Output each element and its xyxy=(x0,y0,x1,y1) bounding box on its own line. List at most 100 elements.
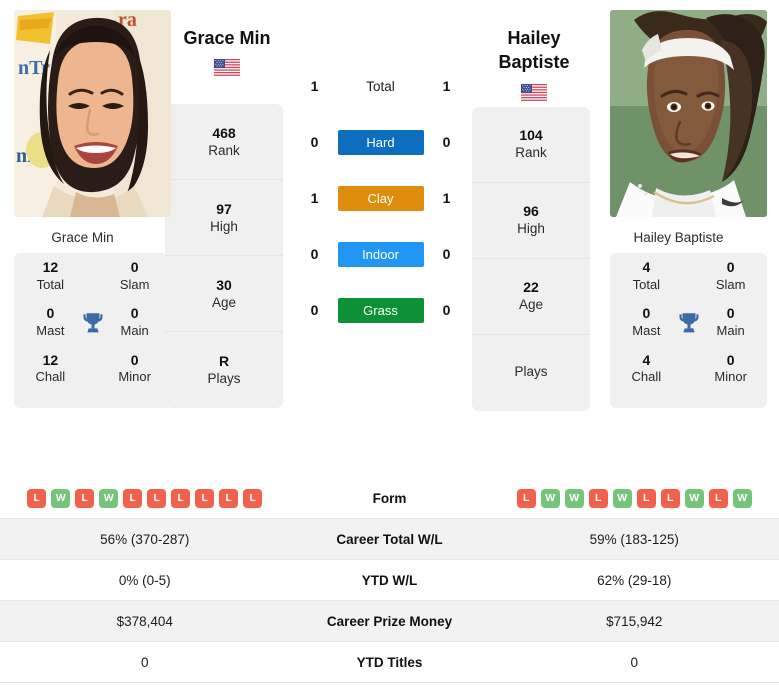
form-badge-l[interactable]: L xyxy=(123,488,143,508)
right-titles-row-1: 4 Total 0 Slam xyxy=(610,259,767,305)
form-badge-l[interactable]: L xyxy=(195,488,215,508)
left-stat-age-label: Age xyxy=(211,294,237,310)
form-badge-l[interactable]: L xyxy=(516,488,536,508)
left-ytd-titles: 0 xyxy=(140,654,149,670)
head-to-head-surfaces: 1 Total 1 0 Hard 0 1 Clay 1 0 Indoor 0 0 xyxy=(289,0,472,338)
right-stat-age: 22 Age xyxy=(472,259,590,335)
right-ytd-wl: 62% (29-18) xyxy=(597,572,672,588)
form-badge-w[interactable]: W xyxy=(612,488,632,508)
right-player-name-line2: Baptiste xyxy=(498,52,570,73)
table-label-form: Form xyxy=(372,490,407,506)
right-player-name-line1: Hailey xyxy=(507,28,561,48)
right-titles-total-label: Total xyxy=(632,276,661,292)
left-stat-age-value: 30 xyxy=(216,276,232,293)
left-career-total-wl: 56% (370-287) xyxy=(100,531,190,547)
left-titles-chall: 12 Chall xyxy=(26,352,75,386)
right-titles-slam: 0 Slam xyxy=(706,259,755,293)
h2h-indoor-left: 0 xyxy=(310,246,319,262)
h2h-row-hard: 0 Hard 0 xyxy=(289,114,472,170)
right-titles-minor-label: Minor xyxy=(714,369,747,385)
form-badge-l[interactable]: L xyxy=(588,488,608,508)
form-badge-l[interactable]: L xyxy=(171,488,191,508)
surface-badge-hard[interactable]: Hard xyxy=(337,129,424,155)
right-stat-rank: 104 Rank xyxy=(472,107,590,183)
left-player-stats-stack: 468 Rank 97 High 30 Age R Plays xyxy=(165,104,283,409)
form-badge-l[interactable]: L xyxy=(147,488,167,508)
table-label-career-total-wl: Career Total W/L xyxy=(336,531,443,547)
form-badge-w[interactable]: W xyxy=(732,488,752,508)
right-titles-minor-value: 0 xyxy=(726,351,735,368)
left-ytd-wl: 0% (0-5) xyxy=(118,572,171,588)
left-career-prize-money: $378,404 xyxy=(116,613,173,629)
surface-badge-grass[interactable]: Grass xyxy=(337,297,424,323)
table-row-ytd-wl: 0% (0-5) YTD W/L 62% (29-18) xyxy=(0,560,779,601)
left-stat-rank-label: Rank xyxy=(208,142,240,158)
form-badge-l[interactable]: L xyxy=(75,488,95,508)
left-titles-row-3: 12 Chall 0 Minor xyxy=(14,352,171,398)
table-label-ytd-titles: YTD Titles xyxy=(356,654,423,670)
left-titles-chall-value: 12 xyxy=(42,351,59,368)
h2h-grass-right: 0 xyxy=(442,302,451,318)
left-stat-high: 97 High xyxy=(165,180,283,257)
left-titles-main: 0 Main xyxy=(110,305,159,339)
right-titles-chall: 4 Chall xyxy=(622,352,671,386)
surface-badge-clay[interactable]: Clay xyxy=(337,185,424,211)
right-titles-mast-label: Mast xyxy=(632,322,661,338)
h2h-total-right: 1 xyxy=(442,78,451,94)
right-titles-mast-value: 0 xyxy=(642,305,651,322)
left-titles-slam-value: 0 xyxy=(130,259,139,275)
left-titles-minor-label: Minor xyxy=(118,369,151,385)
right-titles-main-label: Main xyxy=(716,322,745,338)
right-player-photo-caption: Hailey Baptiste xyxy=(633,230,724,245)
trophy-icon xyxy=(671,310,707,336)
left-stat-plays-label: Plays xyxy=(207,371,241,387)
form-badge-l[interactable]: L xyxy=(660,488,680,508)
h2h-clay-left: 1 xyxy=(310,190,319,206)
left-player-titles-card: 12 Total 0 Slam 0 Mast 0 Main 12 Chall 0… xyxy=(14,253,171,409)
left-player-photo: nTr mily ra xyxy=(14,10,171,217)
right-ytd-titles: 0 xyxy=(630,654,638,670)
form-badge-w[interactable]: W xyxy=(684,488,704,508)
right-titles-total-value: 4 xyxy=(642,259,651,275)
left-titles-chall-label: Chall xyxy=(35,369,66,385)
left-stat-rank-value: 468 xyxy=(212,124,236,141)
right-stat-high-value: 96 xyxy=(523,202,539,219)
right-titles-chall-label: Chall xyxy=(631,369,662,385)
right-titles-minor: 0 Minor xyxy=(706,352,755,386)
right-stat-rank-value: 104 xyxy=(519,126,543,143)
form-badge-l[interactable]: L xyxy=(219,488,239,508)
right-titles-slam-label: Slam xyxy=(715,276,746,292)
left-player-photo-caption: Grace Min xyxy=(51,230,114,245)
surface-badge-indoor[interactable]: Indoor xyxy=(337,241,424,267)
form-badge-l[interactable]: L xyxy=(636,488,656,508)
right-titles-mast: 0 Mast xyxy=(622,305,671,339)
right-player-titles-card: 4 Total 0 Slam 0 Mast 0 Main 4 Chall 0 M… xyxy=(610,253,767,409)
trophy-icon xyxy=(75,310,111,336)
left-form-cell: LWLWLLLLLL xyxy=(0,488,290,508)
form-badge-w[interactable]: W xyxy=(99,488,119,508)
form-badge-w[interactable]: W xyxy=(564,488,584,508)
h2h-total-left: 1 xyxy=(310,78,319,94)
form-badge-w[interactable]: W xyxy=(540,488,560,508)
left-stat-high-label: High xyxy=(210,218,238,234)
left-player-name: Grace Min xyxy=(183,28,271,48)
h2h-hard-right: 0 xyxy=(442,134,451,150)
left-stat-rank: 468 Rank xyxy=(165,104,283,181)
left-titles-main-label: Main xyxy=(120,322,149,338)
table-label-career-prize-money: Career Prize Money xyxy=(326,613,453,629)
left-stat-high-value: 97 xyxy=(216,200,232,217)
right-career-prize-money: $715,942 xyxy=(606,613,663,629)
h2h-grass-left: 0 xyxy=(310,302,319,318)
form-badge-w[interactable]: W xyxy=(51,488,71,508)
form-badge-l[interactable]: L xyxy=(708,488,728,508)
right-stat-high: 96 High xyxy=(472,183,590,259)
form-badge-l[interactable]: L xyxy=(243,488,263,508)
right-stat-plays-label: Plays xyxy=(514,364,548,380)
left-titles-minor-value: 0 xyxy=(130,351,139,368)
form-badge-l[interactable]: L xyxy=(27,488,47,508)
comparison-top-section: nTr mily ra xyxy=(0,0,779,478)
right-titles-main: 0 Main xyxy=(706,305,755,339)
left-titles-slam-label: Slam xyxy=(119,276,150,292)
h2h-hard-left: 0 xyxy=(310,134,319,150)
h2h-indoor-right: 0 xyxy=(442,246,451,262)
